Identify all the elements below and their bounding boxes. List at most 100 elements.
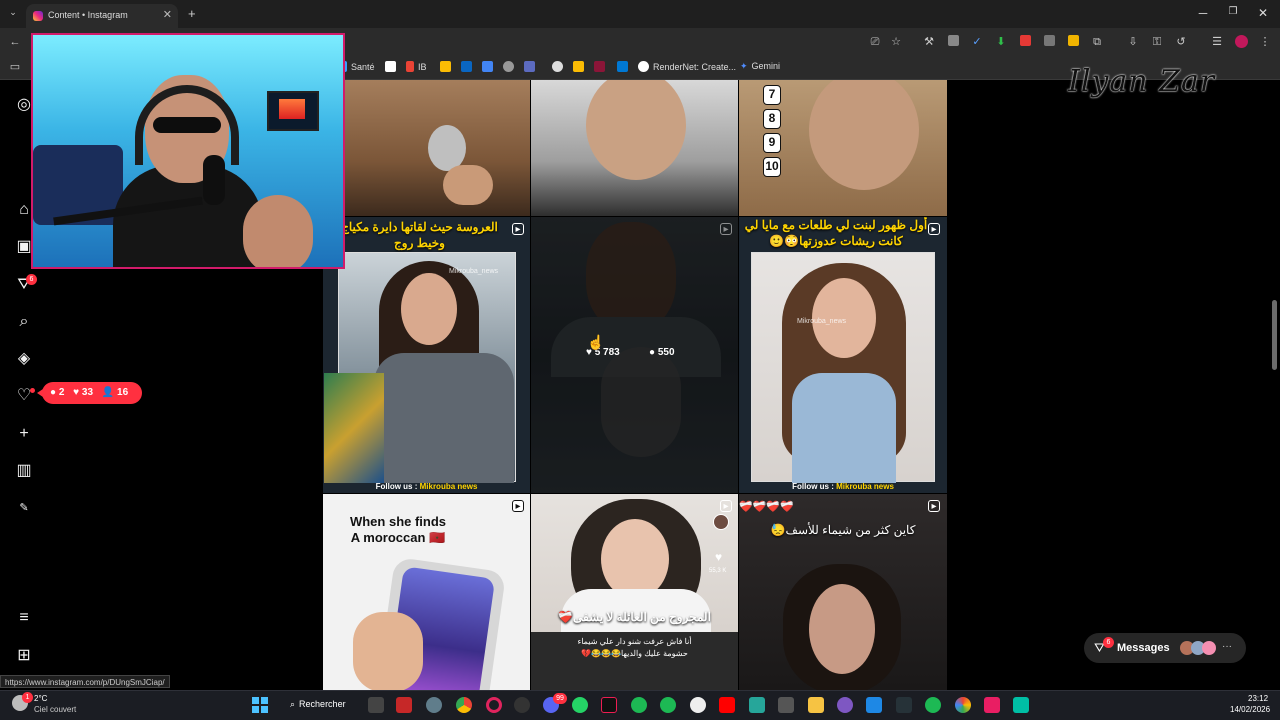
extension-4-icon[interactable]: ⬇	[994, 35, 1008, 49]
extension-7-icon[interactable]	[1066, 35, 1080, 49]
bookmark-drive[interactable]	[440, 61, 455, 72]
bookmark-red[interactable]	[594, 61, 609, 72]
search-icon: ⌕	[290, 699, 296, 709]
search-icon[interactable]: ⌕	[14, 312, 34, 332]
reel-icon: ▸	[720, 223, 732, 235]
grid-post-4[interactable]: العروسة حيث لقاتها دايرة مكياج وخيط روج …	[323, 217, 530, 493]
post-photo: Mikrouba_news	[324, 252, 516, 483]
tab-close-icon[interactable]: ✕	[163, 8, 172, 21]
app-white-icon[interactable]	[690, 697, 706, 713]
extension-1-icon[interactable]: ⚒	[922, 35, 936, 49]
profile-icon[interactable]: ✎	[14, 498, 34, 518]
app-notes-icon[interactable]	[749, 697, 765, 713]
reel-icon: ▸	[512, 223, 524, 235]
explore-compass-icon[interactable]: ◈	[14, 349, 34, 369]
mouse-cursor-icon: ☝	[587, 334, 605, 350]
grid-post-3[interactable]: 7 8 9 10	[739, 80, 947, 216]
bookmark-gemini[interactable]: ✦ Gemini	[740, 61, 780, 72]
task-view-icon[interactable]	[368, 697, 384, 713]
youtube-icon[interactable]	[719, 697, 735, 713]
messages-label: Messages	[1117, 642, 1170, 654]
extension-5-icon[interactable]	[1018, 35, 1032, 49]
bookmark-ib[interactable]: IB	[406, 61, 427, 72]
grid-post-6[interactable]: أول ظهور لبنت لي طلعات مع مايا لي كانت ر…	[739, 217, 947, 493]
tiktok-icon[interactable]	[601, 697, 617, 713]
spotify-icon[interactable]	[925, 697, 941, 713]
check-icon	[524, 61, 535, 72]
minimize-button[interactable]: ─	[1188, 6, 1218, 20]
bookmark-outlook[interactable]	[617, 61, 632, 72]
chrome-icon[interactable]	[456, 697, 472, 713]
settings-icon[interactable]	[426, 697, 442, 713]
bookmark-keep[interactable]	[573, 61, 588, 72]
follow-banner: Follow us : Mikrouba news	[792, 482, 894, 491]
chrome-icon	[552, 61, 563, 72]
app-dark-icon[interactable]	[896, 697, 912, 713]
browser-menu-icon[interactable]: ⋮	[1258, 35, 1272, 49]
taskbar-search[interactable]: ⌕ Rechercher	[282, 696, 352, 714]
grid-post-5-hovered[interactable]: ▸ ♥ 5 783 ● 550 ☝	[531, 217, 738, 493]
reel-icon: ▸	[720, 500, 732, 512]
tab-instagram[interactable]: Content • Instagram ✕	[26, 4, 178, 28]
start-windows-icon[interactable]	[252, 697, 268, 713]
app-red-icon[interactable]	[396, 697, 412, 713]
watermark: Mikrouba_news	[797, 318, 847, 325]
bookmark-rendernet[interactable]: RenderNet: Create...	[638, 61, 736, 72]
browser-tab-bar: ⌄ Content • Instagram ✕ + ─ ❐ ✕	[0, 0, 1280, 28]
install-app-icon[interactable]: ⎚	[868, 35, 882, 49]
page-scrollbar-thumb[interactable]	[1272, 300, 1277, 370]
weather-desc: Ciel couvert	[34, 705, 77, 714]
bookmark-check[interactable]	[524, 61, 539, 72]
github-icon[interactable]	[514, 697, 530, 713]
hover-comments: ● 550	[649, 347, 675, 358]
extensions-puzzle-icon[interactable]: ⧉	[1090, 35, 1104, 49]
notifications-summary-pill[interactable]: ● 2 ♥ 33 👤 16	[37, 382, 142, 404]
app-green-1-icon[interactable]	[631, 697, 647, 713]
whatsapp-icon[interactable]	[572, 697, 588, 713]
bookmark-translate[interactable]	[482, 61, 497, 72]
calculator-icon[interactable]	[778, 697, 794, 713]
folder-icon[interactable]: ▭	[8, 60, 22, 74]
password-key-icon[interactable]: ⚿	[1150, 35, 1164, 49]
grid-post-9[interactable]: ❤️‍🩹❤️‍🩹❤️‍🩹❤️‍🩹 ▸ كاين كثر من شيماء للأ…	[739, 494, 947, 690]
messages-button[interactable]: ⛛ 6 Messages ···	[1084, 633, 1246, 663]
grid-post-2[interactable]	[531, 80, 738, 216]
dashboard-icon[interactable]: ▥	[14, 461, 34, 481]
reel-icon: ▸	[928, 500, 940, 512]
extension-2-icon[interactable]	[946, 35, 960, 49]
file-explorer-icon[interactable]	[808, 697, 824, 713]
app-teal-icon[interactable]	[1013, 697, 1029, 713]
grid-post-1[interactable]	[323, 80, 530, 216]
create-plus-icon[interactable]: +	[14, 424, 34, 444]
more-menu-icon[interactable]: ≡	[14, 608, 34, 628]
clock-time[interactable]: 23:12	[1248, 694, 1268, 703]
bookmark-chrome[interactable]	[552, 61, 567, 72]
reading-list-icon[interactable]: ☰	[1210, 35, 1224, 49]
bookmark-sante[interactable]: Santé	[343, 61, 375, 72]
grid-post-8[interactable]: المجروح من العائلة لا يشفى❤️‍🩹 أنا فاش ع…	[531, 494, 738, 690]
clock-date[interactable]: 14/02/2026	[1230, 705, 1270, 714]
extension-6-icon[interactable]	[1042, 35, 1056, 49]
app-pink-icon[interactable]	[984, 697, 1000, 713]
grid-post-7[interactable]: When she finds A moroccan 🇲🇦 ▸	[323, 494, 530, 690]
also-from-meta-icon[interactable]: ⊞	[14, 646, 34, 666]
app-blue-icon[interactable]	[866, 697, 882, 713]
back-arrow-icon[interactable]: ←	[8, 35, 22, 49]
app-purple-icon[interactable]	[837, 697, 853, 713]
close-window-button[interactable]: ✕	[1248, 6, 1278, 20]
history-icon[interactable]: ↺	[1174, 35, 1188, 49]
maximize-button[interactable]: ❐	[1218, 6, 1248, 17]
app-green-2-icon[interactable]	[660, 697, 676, 713]
downloads-icon[interactable]: ⇩	[1126, 35, 1140, 49]
new-tab-button[interactable]: +	[188, 6, 196, 21]
extension-3-icon[interactable]: ✓	[970, 35, 984, 49]
photos-icon[interactable]	[955, 697, 971, 713]
profile-avatar-icon[interactable]	[1234, 35, 1248, 49]
bookmark-linkedin[interactable]	[461, 61, 476, 72]
bookmark-x[interactable]	[385, 61, 400, 72]
opera-icon[interactable]	[486, 697, 502, 713]
bookmark-circle[interactable]	[503, 61, 518, 72]
tab-search-icon[interactable]: ⌄	[6, 7, 20, 21]
bookmark-star-icon[interactable]: ☆	[889, 35, 903, 49]
number-box: 10	[763, 157, 781, 177]
